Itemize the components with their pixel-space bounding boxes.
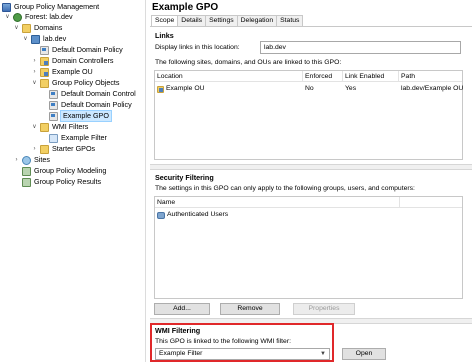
folder-icon xyxy=(40,144,49,154)
chevron-down-icon[interactable]: ∨ xyxy=(13,23,20,33)
cell-path: lab.dev/Example OU xyxy=(401,85,464,92)
tab-status[interactable]: Status xyxy=(276,15,304,26)
modeling-icon xyxy=(22,166,31,176)
tab-strip: Scope Details Settings Delegation Status xyxy=(151,15,304,27)
chevron-down-icon[interactable]: ∨ xyxy=(31,78,38,88)
tree-node-modeling[interactable]: Group Policy Modeling xyxy=(22,166,106,176)
tree-node-sites[interactable]: › Sites xyxy=(13,155,50,165)
display-links-label: Display links in this location: xyxy=(155,44,240,51)
cell-location: Example OU xyxy=(155,84,303,94)
column-enforced[interactable]: Enforced xyxy=(303,71,343,82)
remove-button[interactable]: Remove xyxy=(220,303,280,315)
column-path[interactable]: Path xyxy=(399,71,462,82)
scope-tab-content: Links Display links in this location: la… xyxy=(150,26,472,362)
chevron-down-icon[interactable]: ∨ xyxy=(22,34,29,44)
chevron-down-icon: ▼ xyxy=(320,351,326,357)
tree-node-gpo-example[interactable]: Example GPO xyxy=(49,110,112,122)
section-divider xyxy=(150,164,472,170)
wmi-filtering-title: WMI Filtering xyxy=(155,326,201,335)
tree-node-example-ou[interactable]: › Example OU xyxy=(31,67,93,77)
security-list-header: Name xyxy=(155,197,462,208)
domain-icon xyxy=(31,34,40,44)
chevron-down-icon[interactable]: ∨ xyxy=(31,122,38,132)
security-filtering-title: Security Filtering xyxy=(155,173,214,182)
details-pane: Example GPO Scope Details Settings Deleg… xyxy=(148,0,474,362)
group-policy-management-icon xyxy=(2,2,11,12)
chevron-right-icon[interactable]: › xyxy=(31,56,38,66)
cell-name: Authenticated Users xyxy=(155,210,228,220)
tree-node-domains[interactable]: ∨ Domains xyxy=(13,23,62,33)
security-filtering-list[interactable]: Name Authenticated Users xyxy=(154,196,463,299)
wmi-filter-icon xyxy=(49,133,58,143)
list-item[interactable]: Authenticated Users xyxy=(155,210,462,220)
tab-details[interactable]: Details xyxy=(177,15,207,26)
gpo-icon xyxy=(49,89,58,99)
tree-node-results[interactable]: Group Policy Results xyxy=(22,177,101,187)
ou-icon xyxy=(157,85,164,93)
gpo-link-icon xyxy=(40,45,49,55)
sites-icon xyxy=(22,155,31,165)
gpo-icon xyxy=(49,100,58,110)
open-button[interactable]: Open xyxy=(342,348,386,360)
users-group-icon xyxy=(157,211,165,219)
chevron-right-icon[interactable]: › xyxy=(31,144,38,154)
folder-icon xyxy=(40,78,49,88)
tree-node-wmi-filters[interactable]: ∨ WMI Filters xyxy=(31,122,88,132)
table-row[interactable]: Example OU No Yes lab.dev/Example OU xyxy=(155,84,464,94)
tree-node-group-policy-objects[interactable]: ∨ Group Policy Objects xyxy=(31,78,120,88)
chevron-right-icon[interactable]: › xyxy=(13,155,20,165)
chevron-right-icon[interactable]: › xyxy=(31,67,38,77)
tree-node-starter-gpos[interactable]: › Starter GPOs xyxy=(31,144,95,154)
ou-icon xyxy=(40,67,49,77)
ou-icon xyxy=(40,56,49,66)
column-link-enabled[interactable]: Link Enabled xyxy=(343,71,399,82)
tree-node-default-domain-policy[interactable]: Default Domain Policy xyxy=(40,45,123,55)
column-location[interactable]: Location xyxy=(155,71,303,82)
tree-node-root[interactable]: Group Policy Management xyxy=(2,2,99,12)
links-table-header: Location Enforced Link Enabled Path xyxy=(155,71,462,82)
properties-button[interactable]: Properties xyxy=(293,303,355,315)
tree-node-gpo-default-domain[interactable]: Default Domain Policy xyxy=(49,100,132,110)
links-table[interactable]: Location Enforced Link Enabled Path Exam… xyxy=(154,70,463,160)
tab-delegation[interactable]: Delegation xyxy=(236,15,278,26)
cell-enforced: No xyxy=(305,85,314,92)
tree-node-gpo-default-dc[interactable]: Default Domain Control xyxy=(49,89,136,99)
tree-node-forest[interactable]: ∨ Forest: lab.dev xyxy=(4,12,73,22)
cell-link-enabled: Yes xyxy=(345,85,357,92)
folder-icon xyxy=(22,23,31,33)
gpo-icon xyxy=(49,111,58,121)
tree-node-domain-controllers[interactable]: › Domain Controllers xyxy=(31,56,114,66)
security-filtering-description: The settings in this GPO can only apply … xyxy=(155,185,415,192)
column-name[interactable]: Name xyxy=(155,197,400,208)
folder-icon xyxy=(40,122,49,132)
wmi-filter-select[interactable]: Example Filter ▼ xyxy=(155,348,330,360)
tab-settings[interactable]: Settings xyxy=(205,15,238,26)
links-section-title: Links xyxy=(155,31,174,40)
wmi-filtering-description: This GPO is linked to the following WMI … xyxy=(155,338,291,345)
links-description: The following sites, domains, and OUs ar… xyxy=(155,59,342,66)
tree-node-wmi-example-filter[interactable]: Example Filter xyxy=(49,133,107,143)
forest-icon xyxy=(13,12,22,22)
results-icon xyxy=(22,177,31,187)
console-tree[interactable]: Group Policy Management ∨ Forest: lab.de… xyxy=(0,0,146,362)
chevron-down-icon[interactable]: ∨ xyxy=(4,12,11,22)
page-title: Example GPO xyxy=(152,2,219,13)
add-button[interactable]: Add... xyxy=(154,303,210,315)
display-links-field[interactable]: lab.dev xyxy=(260,41,461,54)
tree-node-domain[interactable]: ∨ lab.dev xyxy=(22,34,66,44)
